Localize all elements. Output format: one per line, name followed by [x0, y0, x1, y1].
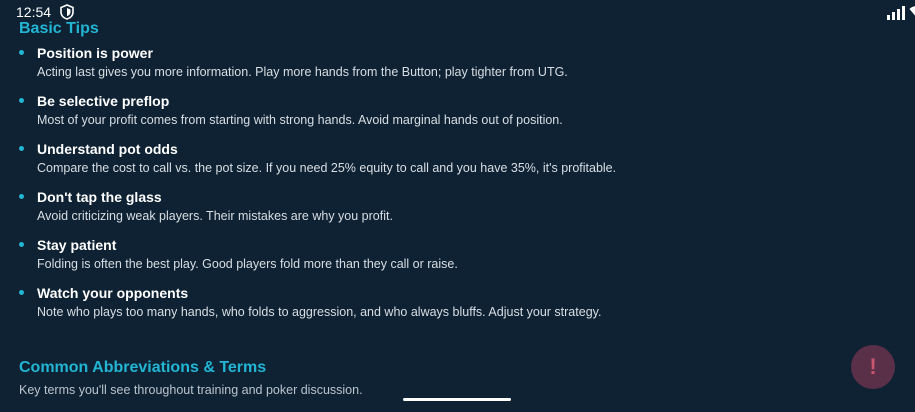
report-button[interactable]: !: [851, 345, 895, 389]
bullet-icon: [19, 242, 24, 247]
terms-section-title: Common Abbreviations & Terms: [19, 359, 267, 376]
exclamation-icon: !: [869, 354, 877, 379]
tip-title: Understand pot odds: [37, 141, 178, 157]
tip-item: Understand pot odds Compare the cost to …: [0, 140, 915, 188]
signal-icon: [887, 6, 905, 20]
tip-title: Don't tap the glass: [37, 189, 162, 205]
tip-title: Be selective preflop: [37, 93, 170, 109]
status-time: 12:54: [16, 4, 52, 20]
tip-description: Acting last gives you more information. …: [37, 65, 568, 79]
bullet-icon: [19, 290, 24, 295]
tip-title: Position is power: [37, 45, 153, 61]
tip-description: Avoid criticizing weak players. Their mi…: [37, 209, 393, 223]
bullet-icon: [19, 194, 24, 199]
terms-subtitle: Key terms you'll see throughout training…: [19, 383, 363, 397]
tip-description: Compare the cost to call vs. the pot siz…: [37, 161, 617, 175]
tip-item: Don't tap the glass Avoid criticizing we…: [0, 188, 915, 236]
tip-description: Folding is often the best play. Good pla…: [37, 257, 458, 271]
tip-item: Stay patient Folding is often the best p…: [0, 236, 915, 284]
gesture-nav-handle[interactable]: [403, 398, 511, 401]
tip-item: Watch your opponents Note who plays too …: [0, 284, 915, 332]
tip-description: Most of your profit comes from starting …: [37, 113, 563, 127]
screen: 12:54 Basic Tips Position is power Actin…: [0, 0, 915, 412]
tip-description: Note who plays too many hands, who folds…: [37, 305, 602, 319]
bullet-icon: [19, 50, 24, 55]
bullet-icon: [19, 98, 24, 103]
tips-section-title: Basic Tips: [19, 20, 99, 37]
shield-icon: [60, 4, 74, 20]
tip-item: Be selective preflop Most of your profit…: [0, 92, 915, 140]
bullet-icon: [19, 146, 24, 151]
tips-list: Position is power Acting last gives you …: [0, 44, 915, 332]
tip-title: Watch your opponents: [37, 285, 189, 301]
status-bar: 12:54: [0, 0, 915, 24]
wifi-icon: [909, 6, 915, 16]
tip-item: Position is power Acting last gives you …: [0, 44, 915, 92]
tip-title: Stay patient: [37, 237, 117, 253]
